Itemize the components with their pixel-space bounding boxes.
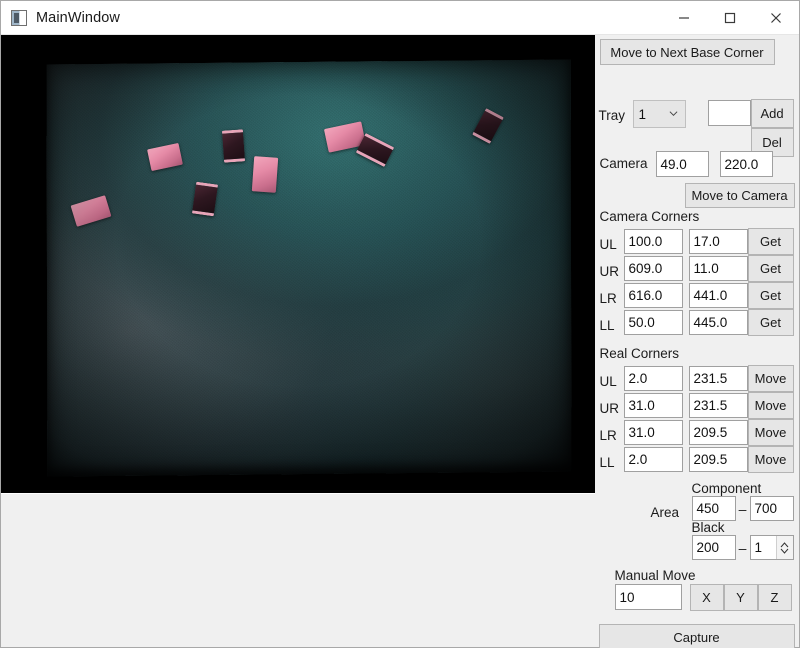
real-corner-ur-x-input[interactable]: 31.0: [623, 393, 683, 418]
real-corner-lr-label: LR: [599, 427, 617, 443]
app-icon: [11, 9, 27, 26]
real-corners-title: Real Corners: [599, 346, 680, 361]
camera-corner-ul-label: UL: [599, 236, 617, 252]
real-corner-lr-x-input[interactable]: 31.0: [623, 420, 683, 445]
left-column: for Back Upper Lower for Black Upper Low…: [1, 35, 595, 647]
chevron-down-icon: [669, 111, 677, 117]
manual-move-label: Manual Move: [614, 568, 696, 583]
smd-component: [221, 129, 246, 163]
tray-select[interactable]: 1: [632, 100, 686, 128]
camera-corner-ll-x-input[interactable]: 50.0: [623, 310, 683, 335]
real-corner-lr-y-input[interactable]: 209.5: [688, 420, 748, 445]
black-area-min-input[interactable]: 200: [691, 535, 736, 560]
move-axis-y-button[interactable]: Y: [723, 584, 758, 611]
manual-move-input[interactable]: 10: [614, 584, 682, 610]
tray-name-input[interactable]: [707, 100, 751, 126]
component-range-dash: –: [738, 500, 747, 517]
real-corner-ur-move-button[interactable]: Move: [747, 392, 794, 419]
camera-corner-ur-y-input[interactable]: 11.0: [688, 256, 748, 281]
hsv-threshold-panel: for Back Upper Lower for Black Upper Low…: [1, 493, 595, 647]
real-corner-ll-move-button[interactable]: Move: [747, 446, 794, 473]
component-area-max-input[interactable]: 700: [749, 496, 794, 521]
camera-corner-ul-x-input[interactable]: 100.0: [623, 229, 683, 254]
real-corner-ll-y-input[interactable]: 209.5: [688, 447, 748, 472]
move-to-next-base-corner-button[interactable]: Move to Next Base Corner: [599, 39, 775, 65]
tray-label: Tray: [598, 107, 626, 123]
camera-x-input[interactable]: 49.0: [655, 151, 709, 177]
move-axis-z-button[interactable]: Z: [757, 584, 792, 611]
window-controls: [661, 1, 799, 35]
camera-corner-ur-get-button[interactable]: Get: [747, 255, 794, 282]
camera-corner-ll-y-input[interactable]: 445.0: [688, 310, 748, 335]
area-label: Area: [650, 504, 680, 520]
title-bar: MainWindow: [1, 1, 799, 35]
camera-corner-ll-label: LL: [599, 317, 615, 333]
minimize-icon[interactable]: [661, 1, 707, 35]
capture-button[interactable]: Capture: [598, 624, 795, 648]
real-corner-ll-x-input[interactable]: 2.0: [623, 447, 683, 472]
window-title: MainWindow: [36, 9, 120, 26]
close-icon[interactable]: [753, 1, 799, 35]
camera-corner-ul-y-input[interactable]: 17.0: [688, 229, 748, 254]
camera-corners-title: Camera Corners: [599, 209, 700, 224]
camera-corner-ll-get-button[interactable]: Get: [747, 309, 794, 336]
real-corner-ll-label: LL: [599, 454, 615, 470]
camera-corner-lr-get-button[interactable]: Get: [747, 282, 794, 309]
move-to-camera-button[interactable]: Move to Camera: [684, 183, 795, 208]
camera-corner-lr-y-input[interactable]: 441.0: [688, 283, 748, 308]
real-corner-ur-label: UR: [599, 400, 620, 416]
camera-y-input[interactable]: 220.0: [719, 151, 773, 177]
black-range-dash: –: [738, 539, 747, 556]
camera-preview[interactable]: [1, 35, 595, 493]
real-corner-lr-move-button[interactable]: Move: [747, 419, 794, 446]
real-corner-ul-label: UL: [599, 373, 617, 389]
maximize-icon[interactable]: [707, 1, 753, 35]
real-corner-ul-move-button[interactable]: Move: [747, 365, 794, 392]
tray-select-value: 1: [638, 106, 647, 122]
black-area-max-value: 1: [754, 540, 763, 555]
component-label: Component: [691, 481, 762, 496]
real-corner-ul-x-input[interactable]: 2.0: [623, 366, 683, 391]
add-button[interactable]: Add: [750, 99, 794, 128]
move-axis-x-button[interactable]: X: [689, 584, 724, 611]
control-panel: Move to Next Base Corner Tray 1 Add Del …: [594, 35, 799, 648]
camera-corner-lr-label: LR: [599, 290, 617, 306]
camera-corner-ur-x-input[interactable]: 609.0: [623, 256, 683, 281]
black-label: Black: [691, 520, 725, 535]
real-corner-ul-y-input[interactable]: 231.5: [688, 366, 748, 391]
camera-label: Camera: [599, 155, 648, 171]
smd-component: [251, 156, 279, 193]
window-body: for Back Upper Lower for Black Upper Low…: [1, 35, 799, 648]
smd-component: [191, 181, 219, 217]
black-area-max-spinbox[interactable]: 1: [749, 535, 794, 560]
spinbox-arrows-icon[interactable]: [775, 536, 793, 559]
component-area-min-input[interactable]: 450: [691, 496, 736, 521]
main-window: MainWindow Move to Next Base Corner Tray…: [0, 0, 800, 648]
camera-corner-ur-label: UR: [599, 263, 620, 279]
camera-corner-ul-get-button[interactable]: Get: [747, 228, 794, 255]
camera-corner-lr-x-input[interactable]: 616.0: [623, 283, 683, 308]
real-corner-ur-y-input[interactable]: 231.5: [688, 393, 748, 418]
